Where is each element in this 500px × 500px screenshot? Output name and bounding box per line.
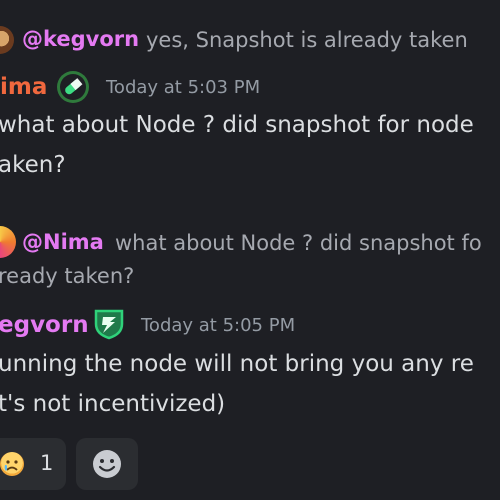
role-badge-icon[interactable] [56, 70, 90, 104]
message-timestamp[interactable]: Today at 5:03 PM [106, 77, 260, 98]
reaction-count: 1 [40, 451, 54, 475]
message-timestamp[interactable]: Today at 5:05 PM [141, 315, 295, 336]
reply-avatar[interactable] [0, 26, 14, 54]
reply-preview-text[interactable]: ready taken? [0, 264, 134, 288]
message-text-line: what about Node ? did snapshot for node [0, 112, 474, 138]
message-text-line: t's not incentivized) [0, 391, 226, 417]
message-author-name[interactable]: egvorn [0, 312, 89, 338]
message-text-line: aken? [0, 152, 66, 178]
reply-preview-text[interactable]: yes, Snapshot is already taken [146, 28, 468, 52]
message-text-line: unning the node will not bring you any r… [0, 351, 474, 377]
sad-crying-face-icon [0, 452, 24, 476]
reply-preview-text[interactable]: what about Node ? did snapshot fo [115, 231, 482, 255]
reply-author-mention[interactable]: @kegvorn [22, 27, 139, 51]
reply-author-mention[interactable]: @Nima [22, 230, 104, 254]
shield-badge-icon[interactable] [92, 306, 126, 340]
reply-avatar[interactable] [0, 226, 16, 258]
message-author-name[interactable]: ima [0, 74, 47, 100]
smiley-add-reaction-icon[interactable] [91, 448, 123, 480]
